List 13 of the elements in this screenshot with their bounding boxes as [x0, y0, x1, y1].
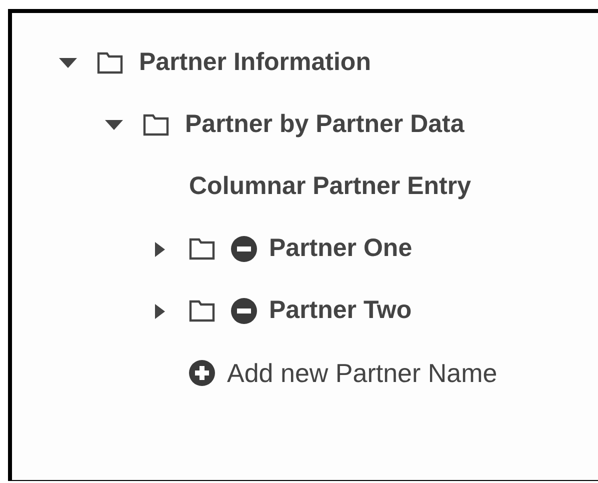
- tree-item-label[interactable]: Partner One: [269, 230, 412, 268]
- add-icon[interactable]: [189, 360, 215, 386]
- tree-item-label[interactable]: Partner Two: [269, 292, 412, 330]
- folder-icon: [189, 300, 215, 322]
- remove-icon[interactable]: [231, 236, 257, 262]
- folder-icon: [97, 52, 123, 74]
- tree-item-label[interactable]: Partner Information: [139, 44, 371, 82]
- tree-item-label[interactable]: Columnar Partner Entry: [189, 168, 472, 206]
- tree-item-label[interactable]: Partner by Partner Data: [185, 106, 464, 144]
- add-link[interactable]: Add new Partner Name: [227, 354, 498, 392]
- folder-icon: [143, 114, 169, 136]
- folder-icon: [189, 238, 215, 260]
- remove-icon[interactable]: [231, 298, 257, 324]
